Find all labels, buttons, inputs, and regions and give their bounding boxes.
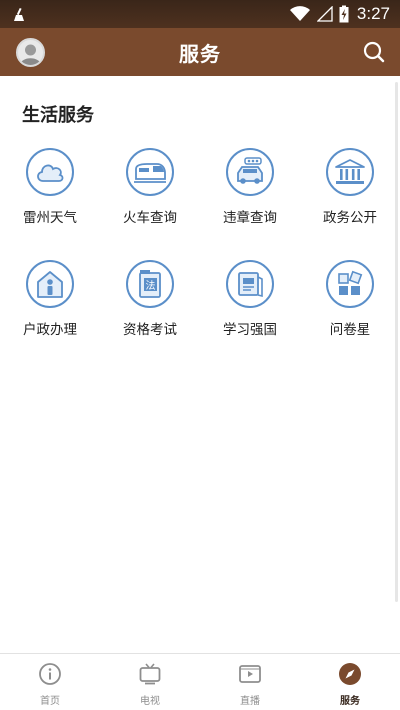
battery-charging-icon xyxy=(339,5,349,23)
nav-label: 服务 xyxy=(340,696,360,707)
service-train[interactable]: 火车查询 xyxy=(100,148,200,260)
search-icon[interactable] xyxy=(362,40,386,64)
wifi-icon xyxy=(289,6,310,21)
signal-icon xyxy=(316,6,333,22)
tab-tv[interactable]: 电视 xyxy=(100,654,200,710)
user-avatar-icon xyxy=(20,44,41,65)
train-icon xyxy=(126,148,174,196)
status-bar: 3:27 xyxy=(0,0,400,28)
page-title: 服务 xyxy=(179,41,221,66)
service-label: 问卷星 xyxy=(329,322,371,338)
tv-icon xyxy=(139,663,161,685)
tab-home[interactable]: 首页 xyxy=(0,654,100,710)
nav-label: 电视 xyxy=(140,696,160,707)
compass-icon xyxy=(339,663,361,685)
avatar[interactable] xyxy=(16,38,45,67)
app-header: 服务 xyxy=(0,28,400,76)
svg-text:法: 法 xyxy=(146,279,156,292)
service-label: 户政办理 xyxy=(23,322,77,338)
service-violation[interactable]: 违章查询 xyxy=(200,148,300,260)
nav-label: 首页 xyxy=(40,696,60,707)
tab-live[interactable]: 直播 xyxy=(200,654,300,710)
service-label: 违章查询 xyxy=(223,210,277,226)
government-building-icon xyxy=(326,148,374,196)
status-time: 3:27 xyxy=(356,4,390,23)
service-label: 雷州天气 xyxy=(23,210,77,226)
content-area: 生活服务 雷州天气 火车查询 违章查询 政务公开 户政办理 法 资格考试 学习强… xyxy=(0,76,400,653)
law-book-icon: 法 xyxy=(126,260,174,308)
study-book-icon xyxy=(226,260,274,308)
service-survey[interactable]: 问卷星 xyxy=(300,260,400,372)
bottom-nav: 首页 电视 直播 服务 xyxy=(0,653,400,710)
service-household[interactable]: 户政办理 xyxy=(0,260,100,372)
info-circle-icon xyxy=(39,663,61,685)
service-exam[interactable]: 法 资格考试 xyxy=(100,260,200,372)
section-title: 生活服务 xyxy=(22,105,94,126)
car-icon xyxy=(226,148,274,196)
cloud-icon xyxy=(26,148,74,196)
nav-label: 直播 xyxy=(240,696,260,707)
tab-services[interactable]: 服务 xyxy=(300,654,400,710)
grid-blocks-icon xyxy=(326,260,374,308)
service-grid: 雷州天气 火车查询 违章查询 政务公开 户政办理 法 资格考试 学习强国 问卷星 xyxy=(0,148,400,372)
house-person-icon xyxy=(26,260,74,308)
service-label: 学习强国 xyxy=(223,322,277,338)
service-weather[interactable]: 雷州天气 xyxy=(0,148,100,260)
service-label: 火车查询 xyxy=(123,210,177,226)
service-label: 资格考试 xyxy=(123,322,177,338)
cleaner-notification-icon xyxy=(14,7,24,21)
live-video-icon xyxy=(239,665,261,683)
service-government[interactable]: 政务公开 xyxy=(300,148,400,260)
service-label: 政务公开 xyxy=(323,210,377,226)
service-study[interactable]: 学习强国 xyxy=(200,260,300,372)
